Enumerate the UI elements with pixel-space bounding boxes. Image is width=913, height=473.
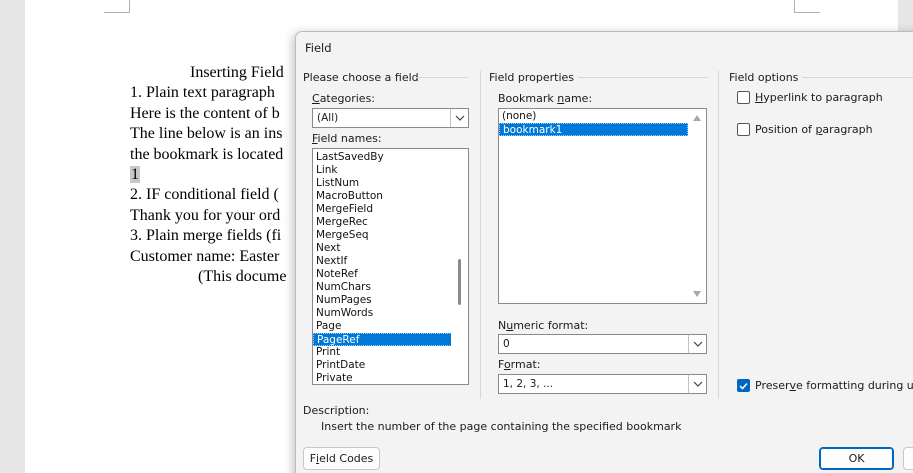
doc-line: Inserting Field	[190, 64, 284, 81]
chevron-down-icon[interactable]	[688, 375, 706, 393]
categories-value: (All)	[317, 112, 339, 124]
field-name-item[interactable]: NoteRef	[313, 268, 468, 281]
page-corner-mark	[794, 0, 820, 13]
scroll-up-icon[interactable]	[693, 115, 701, 121]
doc-line: Thank you for your ord	[130, 206, 281, 224]
scroll-thumb[interactable]	[458, 259, 461, 305]
doc-line: 1. Plain text paragraph	[130, 84, 275, 102]
field-name-item[interactable]: NextIf	[313, 255, 468, 268]
bookmark-scrollbar[interactable]	[689, 109, 706, 303]
document-body[interactable]: Inserting Field 1. Plain text paragraph …	[130, 63, 286, 287]
field-name-item[interactable]: MergeField	[313, 203, 468, 216]
page-corner-mark	[104, 0, 130, 13]
doc-line: the bookmark is located	[130, 145, 284, 163]
format-label: Format:	[498, 358, 541, 371]
field-name-item[interactable]: PageRef	[313, 333, 468, 346]
choose-field-group-label: Please choose a field	[303, 71, 419, 84]
field-name-item[interactable]: Private	[313, 372, 468, 384]
doc-line: The line below is an ins	[130, 125, 283, 143]
field-dialog: Field Please choose a field Categories: …	[295, 31, 913, 473]
bookmark-item[interactable]: bookmark1	[499, 123, 688, 136]
doc-line: 2. IF conditional field (	[130, 186, 279, 204]
checkbox-box[interactable]	[737, 123, 750, 136]
categories-label: Categories:	[312, 92, 376, 105]
dialog-title: Field	[305, 41, 332, 55]
field-name-item[interactable]: MacroButton	[313, 190, 468, 203]
field-codes-button[interactable]: Fi eld Codes	[303, 447, 380, 470]
doc-line: Here is the content of b	[130, 104, 280, 122]
field-name-item[interactable]: MergeSeq	[313, 229, 468, 242]
ok-button[interactable]: OK	[819, 447, 894, 470]
preserve-option-label: Preserve formatting during upd	[755, 379, 913, 392]
group-divider	[578, 77, 708, 78]
field-name-item[interactable]: ListNum	[313, 177, 468, 190]
categories-select[interactable]: (All)	[312, 108, 469, 128]
checkmark-icon[interactable]	[737, 379, 750, 392]
hyperlink-to-paragraph-checkbox[interactable]: Hyperlink to paragraph	[737, 91, 883, 104]
field-name-item[interactable]: Page	[313, 320, 468, 333]
numeric-format-label: Numeric format:	[498, 319, 589, 332]
column-divider	[718, 71, 719, 399]
field-names-list[interactable]: LastSavedBy Link ListNum MacroButton MergeFi…	[312, 148, 469, 385]
group-divider	[802, 77, 913, 78]
field-names-scrollbar[interactable]	[451, 149, 468, 384]
position-of-paragraph-checkbox[interactable]: Position of paragraph	[737, 123, 873, 136]
field-name-item[interactable]: MergeRec	[313, 216, 468, 229]
format-value: 1, 2, 3, ...	[503, 378, 554, 390]
position-option-label: Position of paragraph	[755, 123, 873, 136]
doc-line: Customer name: Easter	[130, 247, 280, 265]
field-name-item[interactable]: Link	[313, 164, 468, 177]
chevron-down-icon[interactable]	[450, 109, 468, 127]
field-options-group-label: Field options	[729, 71, 799, 84]
field-properties-group-label: Field properties	[489, 71, 575, 84]
field-name-item[interactable]: NumChars	[313, 281, 468, 294]
field-name-item[interactable]: LastSavedBy	[313, 151, 468, 164]
doc-line: (This docume	[198, 268, 287, 286]
column-divider	[480, 71, 481, 399]
field-name-item[interactable]: NumPages	[313, 294, 468, 307]
doc-line: 3. Plain merge fields (fi	[130, 227, 282, 245]
format-combo[interactable]: 1, 2, 3, ...	[498, 374, 707, 394]
hyperlink-option-label: Hyperlink to paragraph	[755, 91, 883, 104]
bookmark-item[interactable]: (none)	[499, 110, 688, 123]
bookmark-list[interactable]: (none) bookmark1	[498, 108, 707, 304]
field-names-label: Field names:	[312, 132, 382, 145]
numeric-format-combo[interactable]: 0	[498, 334, 707, 354]
field-name-item[interactable]: PrintDate	[313, 359, 468, 372]
preserve-formatting-checkbox[interactable]: Preserve formatting during upd	[737, 379, 913, 392]
scroll-down-icon[interactable]	[693, 291, 701, 297]
doc-line: 1	[130, 165, 286, 185]
bookmark-name-label: Bookmark name:	[498, 92, 593, 105]
group-divider	[416, 77, 468, 78]
field-name-item[interactable]: Next	[313, 242, 468, 255]
checkbox-box[interactable]	[737, 91, 750, 104]
description-text: Insert the number of the page containing…	[321, 420, 682, 433]
cancel-button[interactable]	[903, 447, 913, 470]
field-name-item[interactable]: Print	[313, 346, 468, 359]
field-name-item[interactable]: NumWords	[313, 307, 468, 320]
description-label: Description:	[303, 404, 370, 417]
chevron-down-icon[interactable]	[688, 335, 706, 353]
field-result[interactable]: 1	[130, 166, 140, 184]
numeric-format-value: 0	[503, 338, 510, 350]
